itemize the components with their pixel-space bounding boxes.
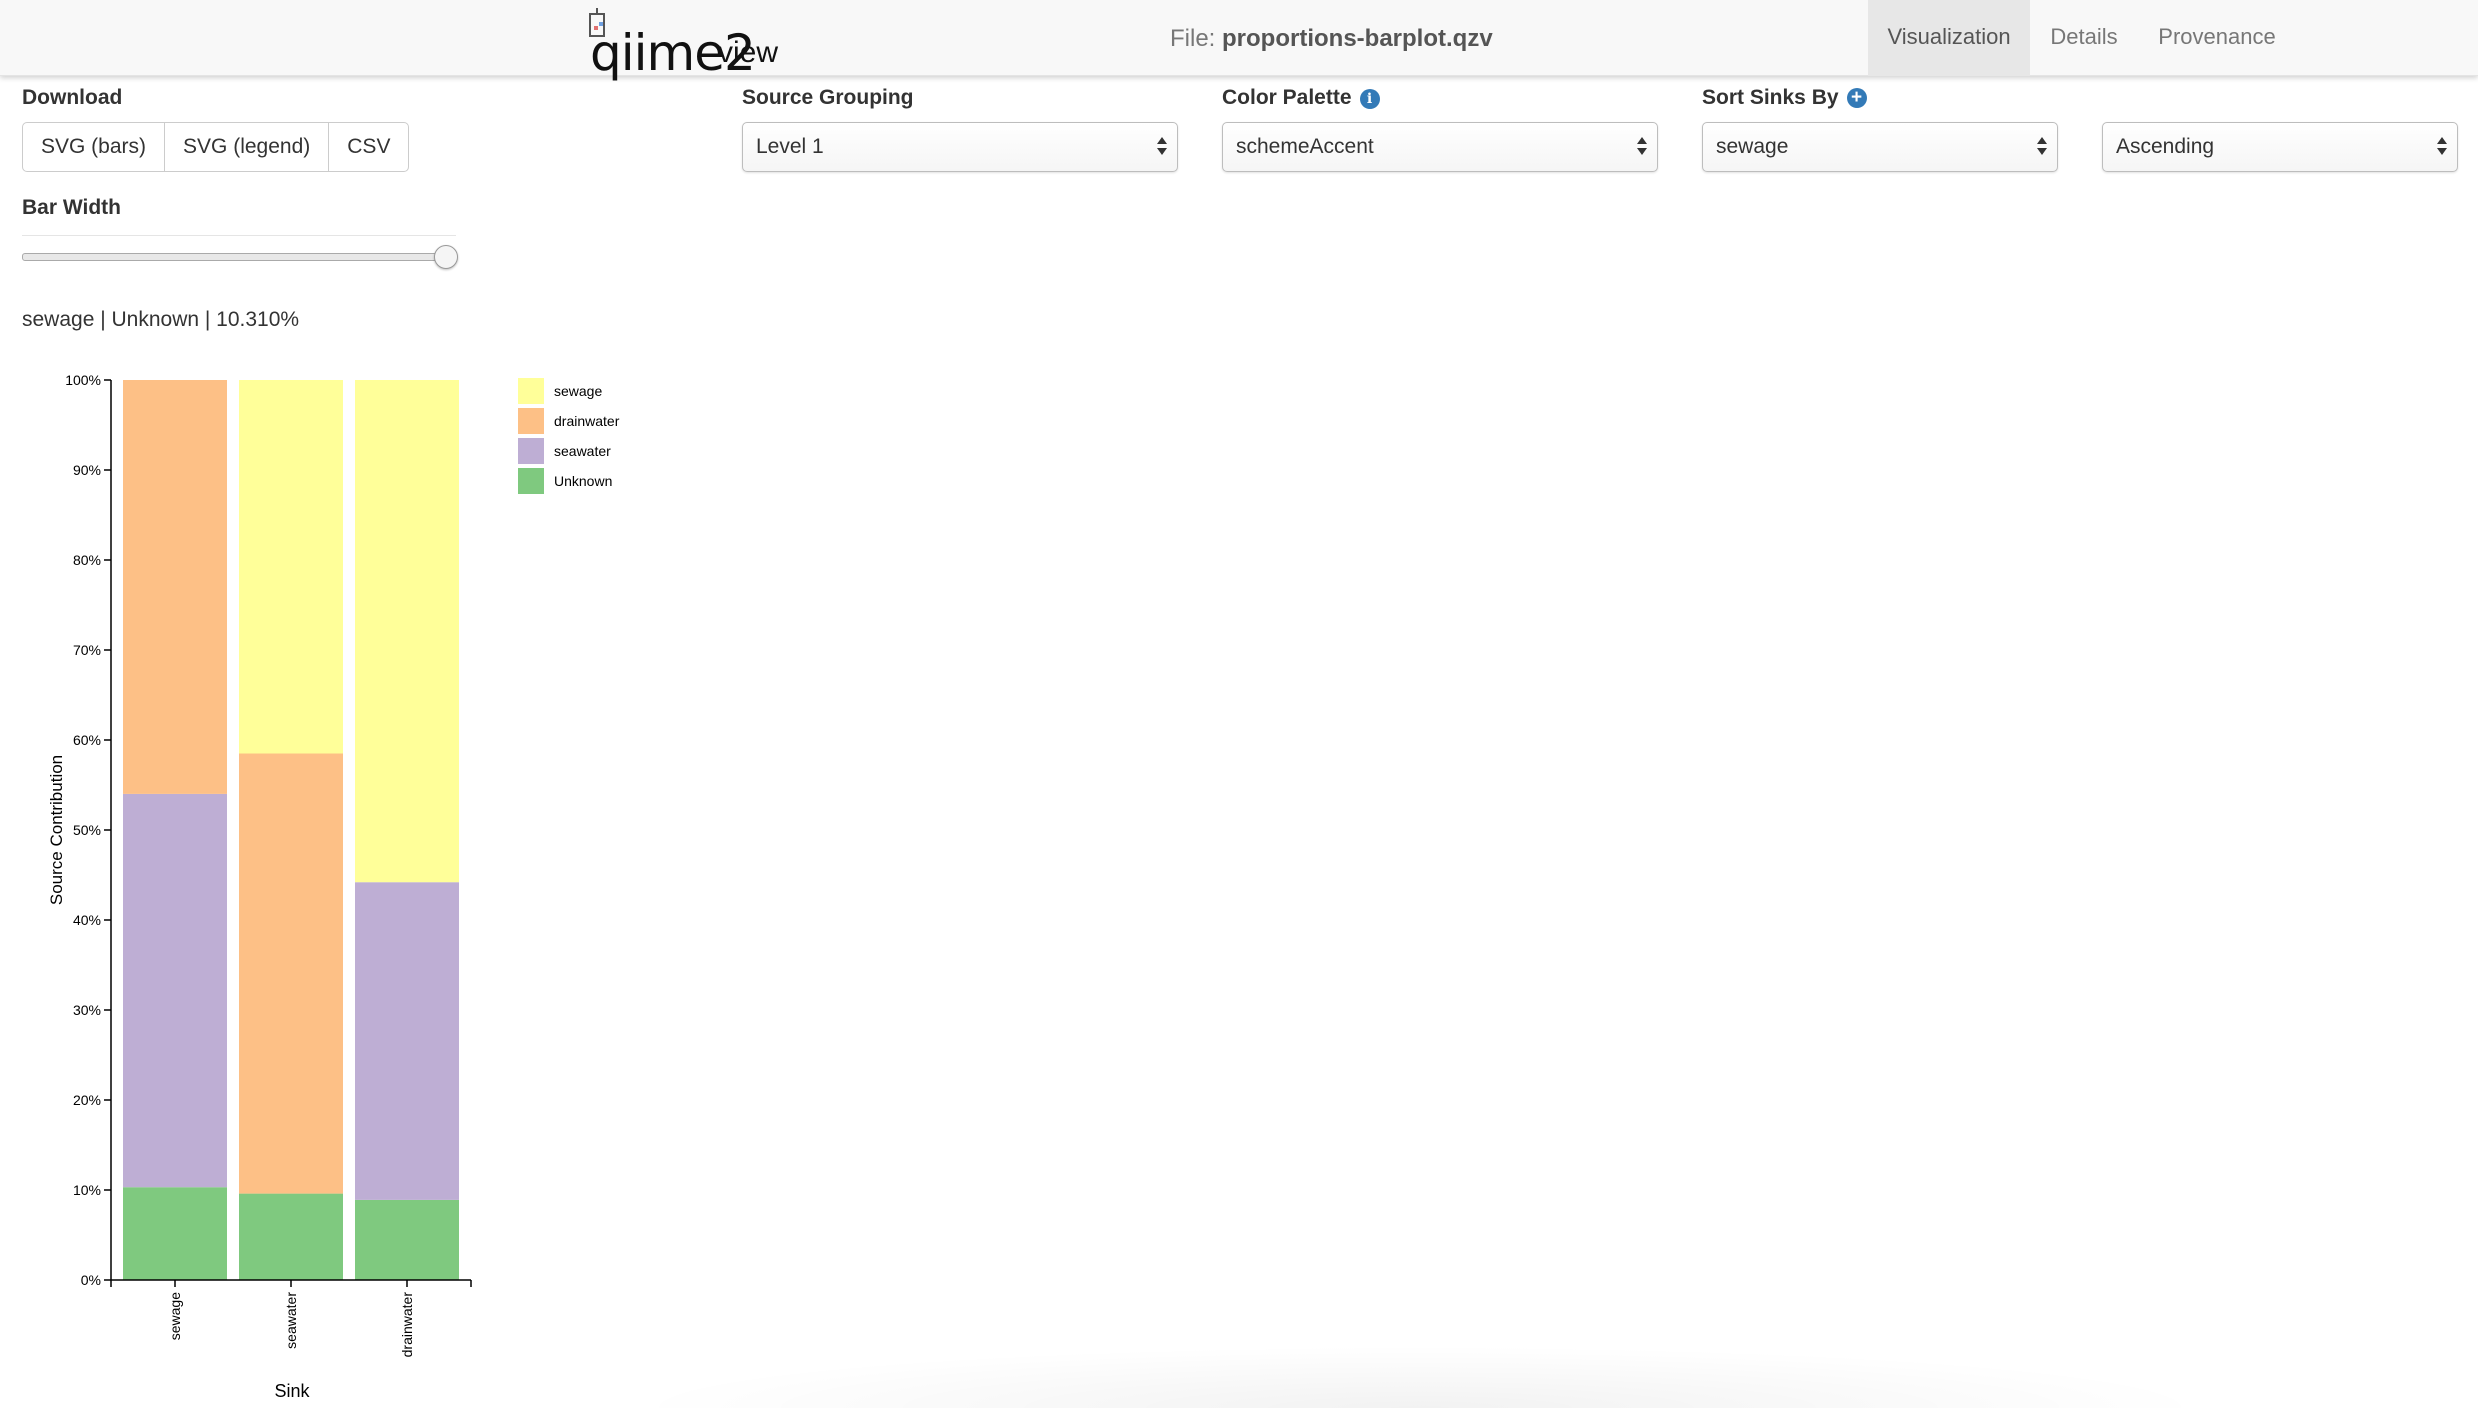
sort-order-value: Ascending bbox=[2116, 135, 2215, 158]
bars-group bbox=[123, 380, 459, 1280]
legend-label-seawater: seawater bbox=[554, 443, 611, 459]
select-arrows-icon bbox=[2037, 133, 2047, 161]
source-grouping-label: Source Grouping bbox=[742, 86, 914, 109]
bar-segment-drainwater-unknown[interactable] bbox=[355, 1199, 459, 1280]
y-tick-label: 0% bbox=[81, 1272, 101, 1288]
legend-label-drainwater: drainwater bbox=[554, 413, 620, 429]
sort-sinks-select[interactable]: sewage bbox=[1702, 122, 2058, 172]
tab-details[interactable]: Details bbox=[2032, 0, 2136, 76]
y-tick-label: 100% bbox=[65, 372, 101, 388]
file-label: File: proportions-barplot.qzv bbox=[1170, 25, 1493, 53]
y-tick-label: 80% bbox=[73, 552, 101, 568]
bar-segment-seawater-sewage[interactable] bbox=[239, 380, 343, 754]
y-axis-label: Source Contribution bbox=[47, 755, 66, 905]
file-name: proportions-barplot.qzv bbox=[1222, 25, 1493, 52]
file-prefix: File: bbox=[1170, 25, 1216, 52]
download-svg-legend-button[interactable]: SVG (legend) bbox=[164, 122, 330, 172]
tab-visualization[interactable]: Visualization bbox=[1868, 0, 2030, 76]
bar-segment-drainwater-sewage[interactable] bbox=[355, 380, 459, 883]
y-axis: 0% 10% 20% 30% 40% 50% 60% 70% 80% 90% 100% bbox=[65, 372, 112, 1288]
sort-label-wrap: Sort Sinks By + bbox=[1702, 86, 1867, 110]
y-tick-label: 50% bbox=[73, 822, 101, 838]
bar-width-slider[interactable] bbox=[22, 253, 446, 261]
plus-circle-icon[interactable]: + bbox=[1846, 88, 1867, 108]
sort-sinks-label: Sort Sinks By bbox=[1702, 86, 1839, 109]
select-arrows-icon bbox=[1637, 133, 1647, 161]
info-icon[interactable]: i bbox=[1359, 89, 1380, 109]
download-button-group: SVG (bars) SVG (legend) CSV bbox=[22, 122, 410, 172]
x-tick-label-sewage: sewage bbox=[167, 1292, 183, 1340]
hover-info: sewage | Unknown | 10.310% bbox=[22, 308, 300, 331]
color-palette-select[interactable]: schemeAccent bbox=[1222, 122, 1658, 172]
color-palette-label: Color Palette bbox=[1222, 86, 1352, 109]
bar-segment-sewage-seawater[interactable] bbox=[123, 793, 227, 1188]
x-axis-label: Sink bbox=[274, 1381, 310, 1401]
download-svg-bars-button[interactable]: SVG (bars) bbox=[22, 122, 166, 172]
slider-divider bbox=[22, 235, 456, 236]
legend-swatch-drainwater bbox=[518, 408, 544, 434]
bar-segment-seawater-unknown[interactable] bbox=[239, 1193, 343, 1280]
download-csv-button[interactable]: CSV bbox=[328, 122, 410, 172]
download-label: Download bbox=[22, 86, 123, 109]
bar-segment-seawater-drainwater[interactable] bbox=[239, 753, 343, 1194]
legend-label-unknown: Unknown bbox=[554, 473, 612, 489]
bottom-shadow bbox=[620, 1345, 2220, 1408]
x-tick-label-seawater: seawater bbox=[283, 1292, 299, 1349]
bar-width-label: Bar Width bbox=[22, 196, 121, 219]
qiime2-view-logo[interactable]: qiime2 view bbox=[582, 8, 782, 78]
x-axis: sewage seawater drainwater bbox=[111, 1279, 472, 1358]
bar-segment-sewage-unknown[interactable] bbox=[123, 1187, 227, 1280]
legend-label-sewage: sewage bbox=[554, 383, 602, 399]
logo-subtext: view bbox=[718, 36, 779, 69]
y-tick-label: 40% bbox=[73, 912, 101, 928]
source-grouping-select[interactable]: Level 1 bbox=[742, 122, 1178, 172]
y-tick-label: 90% bbox=[73, 462, 101, 478]
tab-provenance[interactable]: Provenance bbox=[2140, 0, 2294, 76]
x-tick-label-drainwater: drainwater bbox=[399, 1292, 415, 1358]
legend-swatch-unknown bbox=[518, 468, 544, 494]
legend-swatch-seawater bbox=[518, 438, 544, 464]
color-palette-label-wrap: Color Palette i bbox=[1222, 86, 1380, 110]
bar-segment-drainwater-seawater[interactable] bbox=[355, 882, 459, 1200]
y-tick-label: 30% bbox=[73, 1002, 101, 1018]
y-tick-label: 70% bbox=[73, 642, 101, 658]
y-tick-label: 20% bbox=[73, 1092, 101, 1108]
sort-sinks-value: sewage bbox=[1716, 135, 1789, 158]
sort-order-select[interactable]: Ascending bbox=[2102, 122, 2458, 172]
bar-width-slider-handle[interactable] bbox=[434, 245, 458, 269]
y-tick-label: 10% bbox=[73, 1182, 101, 1198]
select-arrows-icon bbox=[2437, 133, 2447, 161]
y-tick-label: 60% bbox=[73, 732, 101, 748]
legend: sewage drainwater seawater Unknown bbox=[518, 378, 620, 494]
stacked-bar-chart: 0% 10% 20% 30% 40% 50% 60% 70% 80% 90% 100% sewage… bbox=[47, 372, 620, 1401]
bar-segment-sewage-drainwater[interactable] bbox=[123, 380, 227, 794]
select-arrows-icon bbox=[1157, 133, 1167, 161]
legend-swatch-sewage bbox=[518, 378, 544, 404]
source-grouping-value: Level 1 bbox=[756, 135, 824, 158]
color-palette-value: schemeAccent bbox=[1236, 135, 1374, 158]
navbar: qiime2 view File: proportions-barplot.qz… bbox=[0, 0, 2478, 78]
